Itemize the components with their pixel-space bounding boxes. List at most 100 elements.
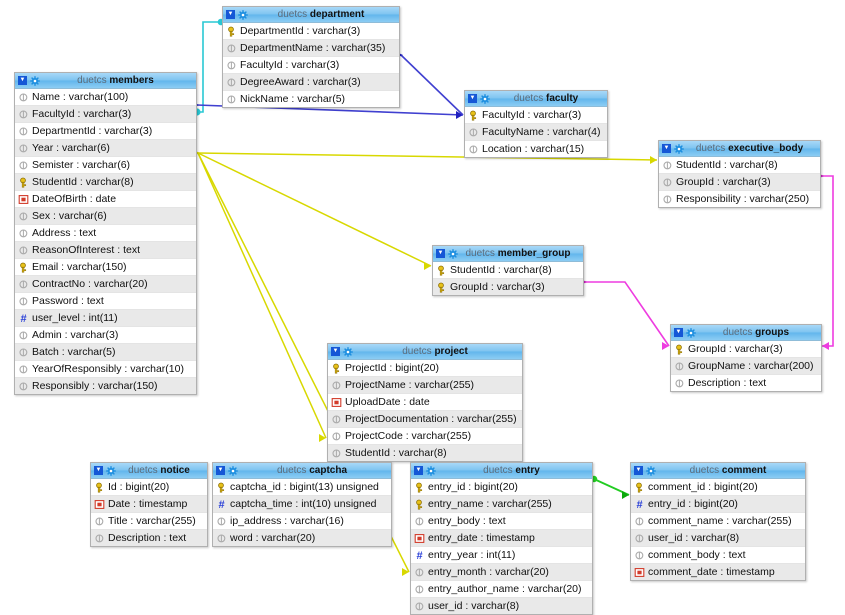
table-department[interactable]: ▼ duetcs department DepartmentId : varchar… xyxy=(222,6,400,108)
column-row[interactable]: Responsibly : varchar(150) xyxy=(15,378,196,394)
table-header-member_group[interactable]: ▼ duetcs member_group xyxy=(433,246,583,262)
view-toggle-icon[interactable]: ▼ xyxy=(414,466,423,475)
column-row[interactable]: # entry_id : bigint(20) xyxy=(631,496,805,513)
column-row[interactable]: GroupId : varchar(3) xyxy=(433,279,583,295)
column-row[interactable]: FacultyName : varchar(4) xyxy=(465,124,607,141)
column-row[interactable]: entry_body : text xyxy=(411,513,592,530)
column-row[interactable]: ProjectId : bigint(20) xyxy=(328,360,522,377)
view-toggle-icon[interactable]: ▼ xyxy=(216,466,225,475)
column-row[interactable]: entry_author_name : varchar(20) xyxy=(411,581,592,598)
table-member_group[interactable]: ▼ duetcs member_group StudentId : varchar(… xyxy=(432,245,584,296)
column-row[interactable]: StudentId : varchar(8) xyxy=(433,262,583,279)
column-row[interactable]: Description : text xyxy=(671,375,821,391)
view-toggle-icon[interactable]: ▼ xyxy=(662,144,671,153)
column-row[interactable]: NickName : varchar(5) xyxy=(223,91,399,107)
column-row[interactable]: comment_date : timestamp xyxy=(631,564,805,580)
column-row[interactable]: FacultyId : varchar(3) xyxy=(15,106,196,123)
view-toggle-icon[interactable]: ▼ xyxy=(468,94,477,103)
column-row[interactable]: Year : varchar(6) xyxy=(15,140,196,157)
column-icon xyxy=(19,245,28,254)
table-notice[interactable]: ▼ duetcs notice Id : bigint(20) Date : time… xyxy=(90,462,208,547)
table-header-captcha[interactable]: ▼ duetcs captcha xyxy=(213,463,391,479)
column-icon xyxy=(19,381,28,390)
column-row[interactable]: Id : bigint(20) xyxy=(91,479,207,496)
column-row[interactable]: FacultyId : varchar(3) xyxy=(465,107,607,124)
column-row[interactable]: # entry_year : int(11) xyxy=(411,547,592,564)
column-row[interactable]: FacultyId : varchar(3) xyxy=(223,57,399,74)
table-header-entry[interactable]: ▼ duetcs entry xyxy=(411,463,592,479)
column-row[interactable]: entry_id : bigint(20) xyxy=(411,479,592,496)
column-row[interactable]: ProjectName : varchar(255) xyxy=(328,377,522,394)
column-icon xyxy=(19,347,28,356)
column-row[interactable]: Semister : varchar(6) xyxy=(15,157,196,174)
column-row[interactable]: Location : varchar(15) xyxy=(465,141,607,157)
table-entry[interactable]: ▼ duetcs entry entry_id : bigint(20) entry_… xyxy=(410,462,593,615)
column-row[interactable]: DepartmentId : varchar(3) xyxy=(223,23,399,40)
column-row[interactable]: Sex : varchar(6) xyxy=(15,208,196,225)
column-row[interactable]: Admin : varchar(3) xyxy=(15,327,196,344)
table-title-members: duetcs members xyxy=(42,73,193,88)
table-header-department[interactable]: ▼ duetcs department xyxy=(223,7,399,23)
view-toggle-icon[interactable]: ▼ xyxy=(436,249,445,258)
column-row[interactable]: StudentId : varchar(8) xyxy=(15,174,196,191)
column-row[interactable]: Batch : varchar(5) xyxy=(15,344,196,361)
column-row[interactable]: DegreeAward : varchar(3) xyxy=(223,74,399,91)
column-row[interactable]: entry_name : varchar(255) xyxy=(411,496,592,513)
column-row[interactable]: # user_level : int(11) xyxy=(15,310,196,327)
column-row[interactable]: UploadDate : date xyxy=(328,394,522,411)
column-row[interactable]: ContractNo : varchar(20) xyxy=(15,276,196,293)
column-row[interactable]: # captcha_time : int(10) unsigned xyxy=(213,496,391,513)
column-row[interactable]: StudentId : varchar(8) xyxy=(659,157,820,174)
column-row[interactable]: comment_body : text xyxy=(631,547,805,564)
column-row[interactable]: Email : varchar(150) xyxy=(15,259,196,276)
table-captcha[interactable]: ▼ duetcs captcha captcha_id : bigint(13) u… xyxy=(212,462,392,547)
column-row[interactable]: Title : varchar(255) xyxy=(91,513,207,530)
column-row[interactable]: DateOfBirth : date xyxy=(15,191,196,208)
column-row[interactable]: GroupId : varchar(3) xyxy=(671,341,821,358)
column-row[interactable]: comment_id : bigint(20) xyxy=(631,479,805,496)
table-comment[interactable]: ▼ duetcs comment comment_id : bigint(20) # e… xyxy=(630,462,806,581)
column-row[interactable]: word : varchar(20) xyxy=(213,530,391,546)
table-groups[interactable]: ▼ duetcs groups GroupId : varchar(3) GroupN… xyxy=(670,324,822,392)
column-row[interactable]: StudentId : varchar(8) xyxy=(328,445,522,461)
column-row[interactable]: Address : text xyxy=(15,225,196,242)
column-row[interactable]: GroupName : varchar(200) xyxy=(671,358,821,375)
column-row[interactable]: Responsibility : varchar(250) xyxy=(659,191,820,207)
column-row[interactable]: GroupId : varchar(3) xyxy=(659,174,820,191)
column-row[interactable]: Name : varchar(100) xyxy=(15,89,196,106)
table-members[interactable]: ▼ duetcs members Name : varchar(100) Facult… xyxy=(14,72,197,395)
view-toggle-icon[interactable]: ▼ xyxy=(18,76,27,85)
table-header-notice[interactable]: ▼ duetcs notice xyxy=(91,463,207,479)
table-header-groups[interactable]: ▼ duetcs groups xyxy=(671,325,821,341)
column-row[interactable]: ProjectDocumentation : varchar(255) xyxy=(328,411,522,428)
column-row[interactable]: ip_address : varchar(16) xyxy=(213,513,391,530)
column-row[interactable]: Date : timestamp xyxy=(91,496,207,513)
column-row[interactable]: YearOfResponsibly : varchar(10) xyxy=(15,361,196,378)
column-row[interactable]: comment_name : varchar(255) xyxy=(631,513,805,530)
column-row[interactable]: Description : text xyxy=(91,530,207,546)
view-toggle-icon[interactable]: ▼ xyxy=(226,10,235,19)
column-row[interactable]: DepartmentName : varchar(35) xyxy=(223,40,399,57)
column-row[interactable]: entry_date : timestamp xyxy=(411,530,592,547)
table-header-comment[interactable]: ▼ duetcs comment xyxy=(631,463,805,479)
column-row[interactable]: user_id : varchar(8) xyxy=(411,598,592,614)
view-toggle-icon[interactable]: ▼ xyxy=(674,328,683,337)
table-header-faculty[interactable]: ▼ duetcs faculty xyxy=(465,91,607,107)
table-project[interactable]: ▼ duetcs project ProjectId : bigint(20) Pro… xyxy=(327,343,523,462)
view-toggle-icon[interactable]: ▼ xyxy=(331,347,340,356)
column-row[interactable]: ProjectCode : varchar(255) xyxy=(328,428,522,445)
column-row[interactable]: ReasonOfInterest : text xyxy=(15,242,196,259)
view-toggle-icon[interactable]: ▼ xyxy=(94,466,103,475)
view-toggle-icon[interactable]: ▼ xyxy=(634,466,643,475)
table-header-members[interactable]: ▼ duetcs members xyxy=(15,73,196,89)
table-header-project[interactable]: ▼ duetcs project xyxy=(328,344,522,360)
column-row[interactable]: entry_month : varchar(20) xyxy=(411,564,592,581)
erd-canvas[interactable]: ▼ duetcs members Name : varchar(100) Facult… xyxy=(0,0,845,615)
table-header-executive_body[interactable]: ▼ duetcs executive_body xyxy=(659,141,820,157)
table-faculty[interactable]: ▼ duetcs faculty FacultyId : varchar(3) Fac… xyxy=(464,90,608,158)
column-row[interactable]: captcha_id : bigint(13) unsigned xyxy=(213,479,391,496)
column-row[interactable]: Password : text xyxy=(15,293,196,310)
column-row[interactable]: DepartmentId : varchar(3) xyxy=(15,123,196,140)
column-row[interactable]: user_id : varchar(8) xyxy=(631,530,805,547)
table-executive_body[interactable]: ▼ duetcs executive_body StudentId : varcha… xyxy=(658,140,821,208)
